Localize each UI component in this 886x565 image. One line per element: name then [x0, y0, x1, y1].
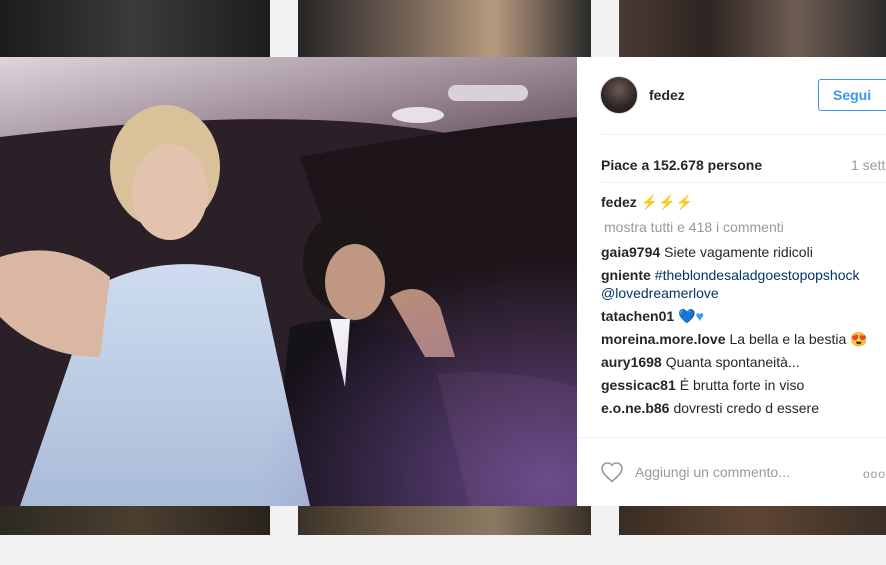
grid-gap	[270, 0, 298, 57]
comment-author[interactable]: tatachen01	[601, 308, 674, 324]
post-photo[interactable]	[0, 57, 577, 506]
comment-item: aury1698 Quanta spontaneità...	[601, 353, 873, 371]
caption: fedez ⚡⚡⚡	[601, 194, 886, 211]
grid-gap	[270, 506, 298, 535]
follow-button[interactable]: Segui	[818, 79, 886, 111]
comment-item: gaia9794 Siete vagamente ridicoli	[601, 243, 873, 261]
comment-author[interactable]: moreina.more.love	[601, 331, 726, 347]
post-details-panel: fedez Segui Piace a 152.678 persone 1 se…	[577, 57, 886, 506]
comment-author[interactable]: gniente	[601, 267, 651, 283]
comment-author[interactable]: gessicac81	[601, 377, 676, 393]
feed-thumbnail[interactable]	[0, 0, 270, 57]
feed-background-top	[0, 0, 886, 57]
grid-gap	[591, 0, 619, 57]
comment-text: La bella e la bestia 😍	[729, 331, 868, 347]
comment-item: gessicac81 É brutta forte in viso	[601, 376, 873, 394]
comment-author[interactable]: e.o.ne.b86	[601, 400, 669, 416]
feed-thumbnail[interactable]	[298, 0, 591, 57]
feed-thumbnail[interactable]	[298, 506, 591, 535]
comment-text: 💙♥	[678, 308, 704, 324]
avatar[interactable]	[600, 76, 638, 114]
caption-author[interactable]: fedez	[601, 194, 637, 210]
comment-item: tatachen01 💙♥	[601, 307, 873, 325]
grid-gap	[591, 506, 619, 535]
page-background	[0, 535, 886, 565]
likes-divider	[601, 182, 886, 183]
comment-text: dovresti credo d essere	[673, 400, 819, 416]
comments-list[interactable]: fedez ⚡⚡⚡ mostra tutti e 418 i commenti …	[601, 194, 886, 440]
likes-count[interactable]: Piace a 152.678 persone	[601, 157, 762, 173]
comment-author[interactable]: aury1698	[601, 354, 662, 370]
comment-author[interactable]: gaia9794	[601, 244, 660, 260]
feed-thumbnail[interactable]	[619, 506, 886, 535]
post-header: fedez Segui	[577, 57, 886, 134]
header-divider	[601, 134, 886, 135]
username-link[interactable]: fedez	[649, 87, 685, 103]
heart-icon[interactable]	[600, 461, 624, 483]
caption-text: ⚡⚡⚡	[640, 194, 693, 210]
add-comment-input[interactable]: Aggiungi un commento...	[635, 464, 790, 480]
comment-item: moreina.more.love La bella e la bestia 😍	[601, 330, 873, 348]
comment-text: Quanta spontaneità...	[665, 354, 800, 370]
feed-thumbnail[interactable]	[0, 506, 270, 535]
feed-thumbnail[interactable]	[619, 0, 886, 57]
comment-item: e.o.ne.b86 dovresti credo d essere	[601, 399, 873, 417]
comment-item: gniente #theblondesaladgoestopopshock @lo…	[601, 266, 873, 302]
comment-text: Siete vagamente ridicoli	[664, 244, 813, 260]
post-photo-illustration	[0, 57, 577, 506]
footer-divider	[577, 437, 886, 438]
more-options-icon[interactable]: ooo	[863, 467, 886, 481]
comment-text: É brutta forte in viso	[679, 377, 805, 393]
post-time[interactable]: 1 sett	[851, 157, 885, 173]
feed-background-bottom	[0, 506, 886, 565]
post-modal: fedez Segui Piace a 152.678 persone 1 se…	[0, 57, 886, 506]
load-more-comments-link[interactable]: mostra tutti e 418 i commenti	[604, 219, 886, 235]
